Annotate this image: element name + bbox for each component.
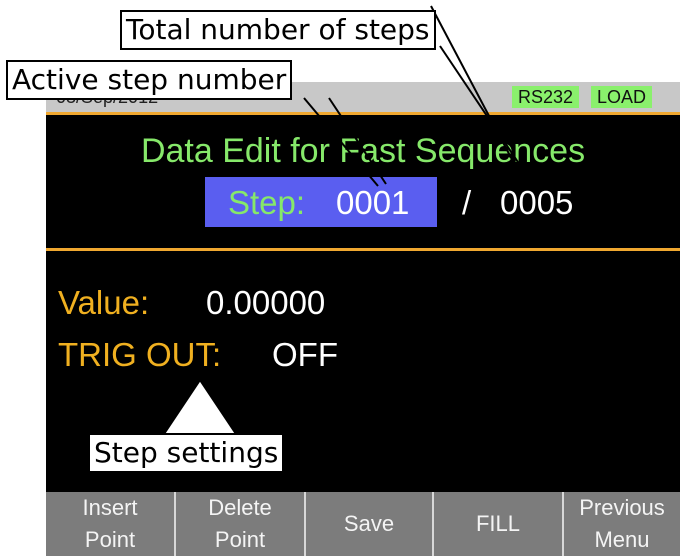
- settings-callout-pointer: [162, 378, 238, 435]
- active-callout-line-1: [328, 97, 387, 185]
- active-step-callout: Active step number: [6, 60, 293, 100]
- active-callout-line-2: [303, 97, 379, 187]
- total-steps-callout: Total number of steps: [120, 10, 436, 50]
- total-callout-line-1: [439, 45, 535, 187]
- total-callout-line-2: [430, 5, 527, 187]
- step-settings-callout: Step settings: [88, 433, 285, 473]
